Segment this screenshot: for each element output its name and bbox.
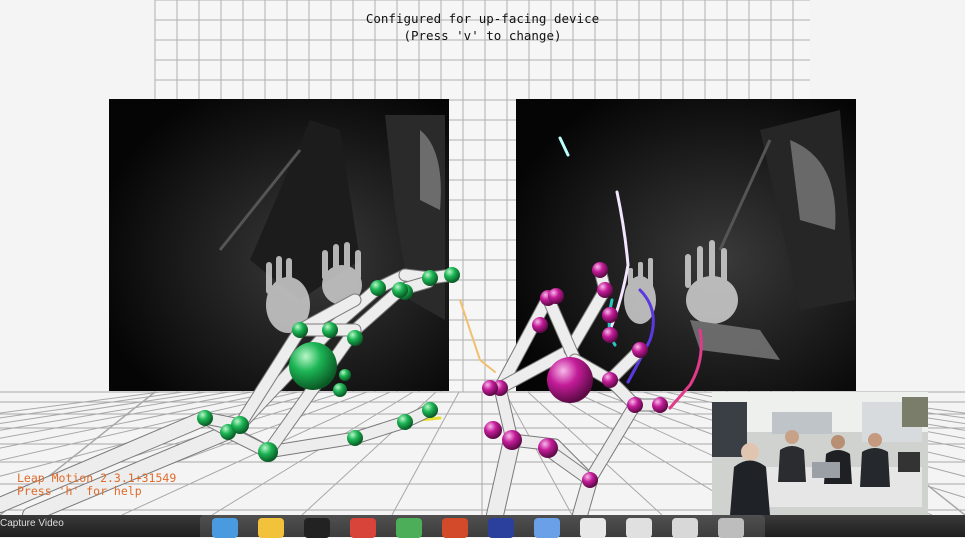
calendar-icon[interactable] [488, 518, 514, 538]
leap-visualizer-viewport[interactable]: Configured for up-facing device (Press '… [0, 0, 965, 515]
trash-icon[interactable] [718, 518, 744, 538]
chrome-icon[interactable] [350, 518, 376, 538]
folder-icon[interactable] [534, 518, 560, 538]
terminal-icon[interactable] [304, 518, 330, 538]
status-hud: Leap Motion 2.3.1+31549 Press 'h' for he… [17, 472, 176, 498]
window-preview-3-icon[interactable] [672, 518, 698, 538]
webcam-scene [712, 392, 928, 515]
device-config-text: Configured for up-facing device [365, 11, 600, 26]
powerpoint-icon[interactable] [442, 518, 468, 538]
device-config-hud: Configured for up-facing device (Press '… [0, 10, 965, 44]
change-hint-text: (Press 'v' to change) [403, 28, 562, 43]
finder-icon[interactable] [212, 518, 238, 538]
notes-icon[interactable] [258, 518, 284, 538]
capture-video-label: Capture Video [0, 518, 64, 529]
window-preview-2-icon[interactable] [626, 518, 652, 538]
help-hint-text: Press 'h' for help [17, 484, 142, 498]
left-camera-image [109, 99, 449, 391]
android-studio-icon[interactable] [396, 518, 422, 538]
dock [200, 515, 765, 538]
webcam-overlay [712, 392, 928, 515]
taskbar: Capture Video [0, 515, 965, 538]
window-preview-1-icon[interactable] [580, 518, 606, 538]
